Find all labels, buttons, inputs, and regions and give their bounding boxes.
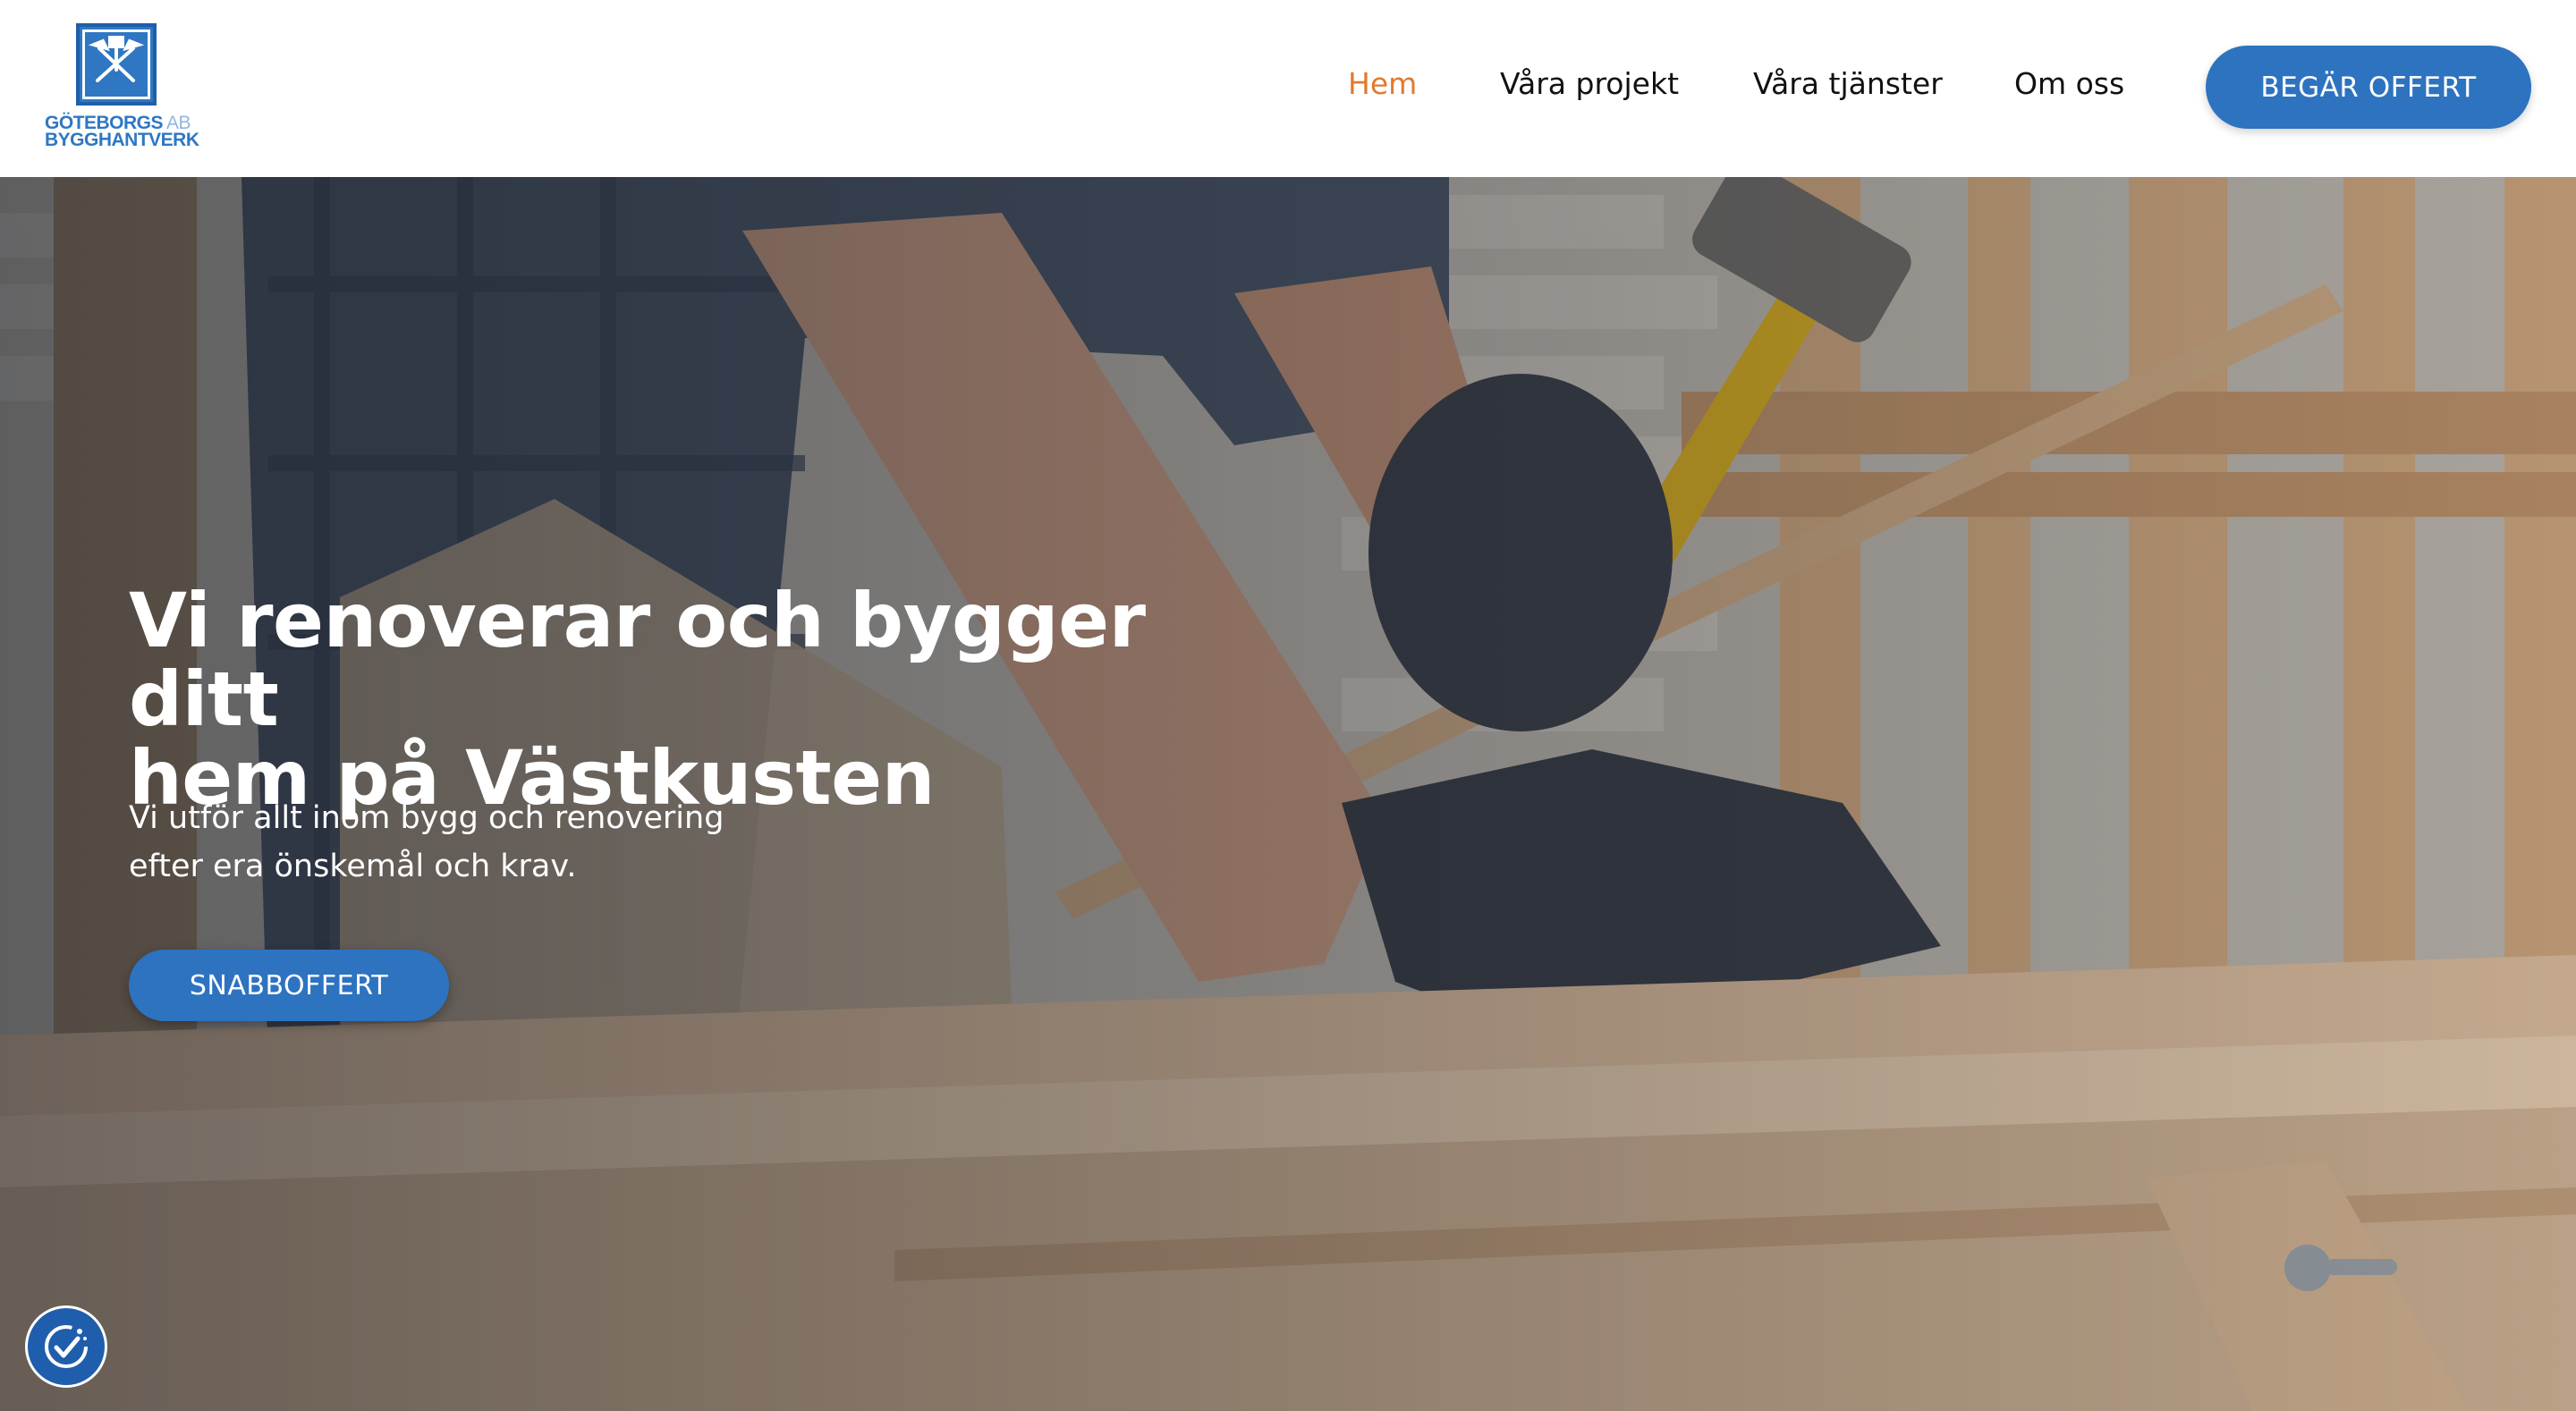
hero-subtitle: Vi utför allt inom bygg och renovering e… [129, 794, 809, 891]
accessibility-button[interactable] [25, 1305, 107, 1388]
hero-subtitle-line1: Vi utför allt inom bygg och renovering [129, 800, 724, 836]
brand-name: GÖTEBORGS AB BYGGHANTVERK [45, 114, 199, 150]
site-header: GÖTEBORGS AB BYGGHANTVERK Hem Våra projek… [0, 0, 2576, 177]
hero-section: Vi renoverar och bygger ditt hem på Väst… [0, 177, 2576, 1411]
hero-title-line1: Vi renoverar och bygger ditt [129, 577, 1146, 743]
nav-item-projects[interactable]: Våra projekt [1500, 66, 1679, 101]
hero-title: Vi renoverar och bygger ditt hem på Väst… [129, 581, 1292, 817]
nav-item-about[interactable]: Om oss [2014, 66, 2124, 101]
nav-item-services[interactable]: Våra tjänster [1753, 66, 1943, 101]
main-nav: Hem Våra projekt Våra tjänster Om oss [0, 66, 2576, 111]
request-quote-button[interactable]: BEGÄR OFFERT [2206, 46, 2531, 129]
accessibility-icon [45, 1325, 88, 1368]
quick-quote-button[interactable]: SNABBOFFERT [129, 950, 449, 1021]
brand-line2: BYGGHANTVERK [45, 130, 199, 150]
hero-subtitle-line2: efter era önskemål och krav. [129, 849, 577, 884]
nav-item-home[interactable]: Hem [1348, 66, 1417, 101]
